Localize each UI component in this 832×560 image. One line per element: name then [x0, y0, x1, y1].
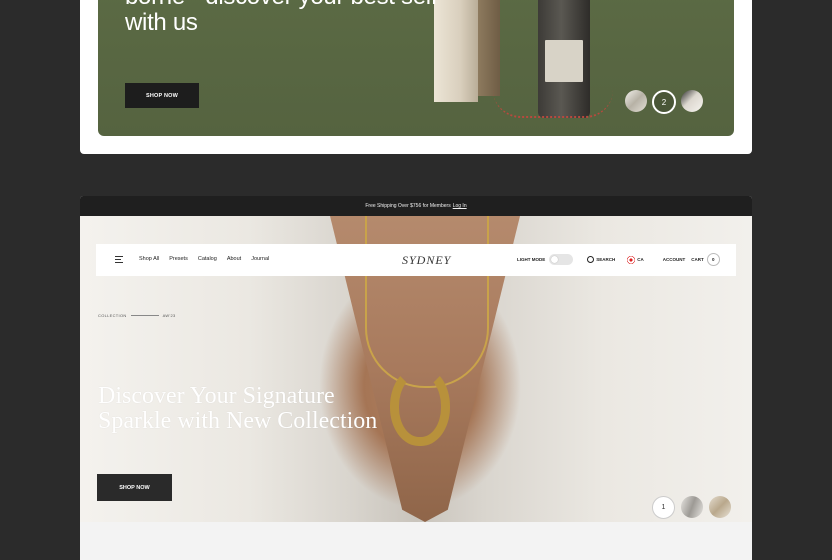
cart-label: CART [691, 257, 704, 262]
locale-label: CA [637, 257, 644, 262]
collection-season: AW'23 [162, 313, 176, 318]
slider-thumbnails: 1 [652, 496, 731, 519]
slide-thumb-1[interactable] [625, 90, 647, 112]
shop-now-button[interactable]: SHOP NOW [125, 83, 199, 108]
slide-thumb-3[interactable] [681, 90, 703, 112]
bottle-label [545, 40, 583, 82]
search-label: SEARCH [596, 257, 616, 262]
announcement-text: Free Shipping Over $756 for Members [365, 203, 451, 209]
nav-catalog[interactable]: Catalog [198, 256, 217, 262]
preview-card-top: borne - discover your best self with us … [80, 0, 752, 154]
locale-selector[interactable]: CA [627, 255, 644, 264]
hero-banner-necklace: Shop All Presets Catalog About Journal S… [80, 216, 752, 522]
light-mode-label: LIGHT MODE [517, 257, 546, 262]
slider-thumbnails: 2 [625, 90, 703, 114]
product-box-side [478, 0, 500, 96]
nav-presets[interactable]: Presets [169, 256, 188, 262]
cart-button[interactable]: CART 0 [691, 253, 720, 266]
slide-thumb-3[interactable] [709, 496, 731, 518]
brand-logo[interactable]: SYDNEY [402, 253, 451, 268]
collection-text: COLLECTION [98, 313, 127, 318]
hero-title: borne - discover your best self with us [125, 0, 437, 36]
nav-links: Shop All Presets Catalog About Journal [139, 256, 269, 262]
twine-string [493, 90, 613, 118]
toggle-knob-icon [551, 256, 559, 263]
nav-about[interactable]: About [227, 256, 241, 262]
collection-label: COLLECTION AW'23 [98, 313, 176, 318]
search-icon [587, 256, 595, 263]
slide-thumb-2[interactable] [681, 496, 703, 518]
search-button[interactable]: SEARCH [587, 256, 615, 263]
hero-title: Discover Your Signature Sparkle with New… [98, 383, 378, 434]
slide-thumb-2[interactable]: 2 [652, 90, 676, 114]
announcement-bar: Free Shipping Over $756 for Members Log … [80, 196, 752, 216]
necklace-chain [365, 216, 489, 388]
cart-count-badge: 0 [706, 253, 720, 266]
preview-card-sydney: Free Shipping Over $756 for Members Log … [80, 196, 752, 560]
site-navbar: Shop All Presets Catalog About Journal S… [96, 244, 736, 276]
nav-shop-all[interactable]: Shop All [139, 256, 159, 262]
nav-utilities: LIGHT MODE SEARCH CA ACCOUNT CART 0 [517, 253, 720, 266]
light-mode-toggle[interactable] [549, 254, 574, 265]
nav-journal[interactable]: Journal [251, 256, 269, 262]
account-link[interactable]: ACCOUNT [663, 257, 686, 262]
horseshoe-pendant [390, 366, 450, 446]
ca-flag-icon [627, 255, 636, 264]
hero-banner-olive: borne - discover your best self with us … [98, 0, 734, 136]
light-mode-control: LIGHT MODE [517, 254, 574, 265]
shop-now-button[interactable]: SHOP NOW [97, 474, 172, 501]
collection-divider [130, 315, 159, 316]
login-link[interactable]: Log In [453, 203, 467, 209]
slide-thumb-1[interactable]: 1 [652, 496, 675, 519]
menu-icon[interactable] [115, 256, 123, 263]
